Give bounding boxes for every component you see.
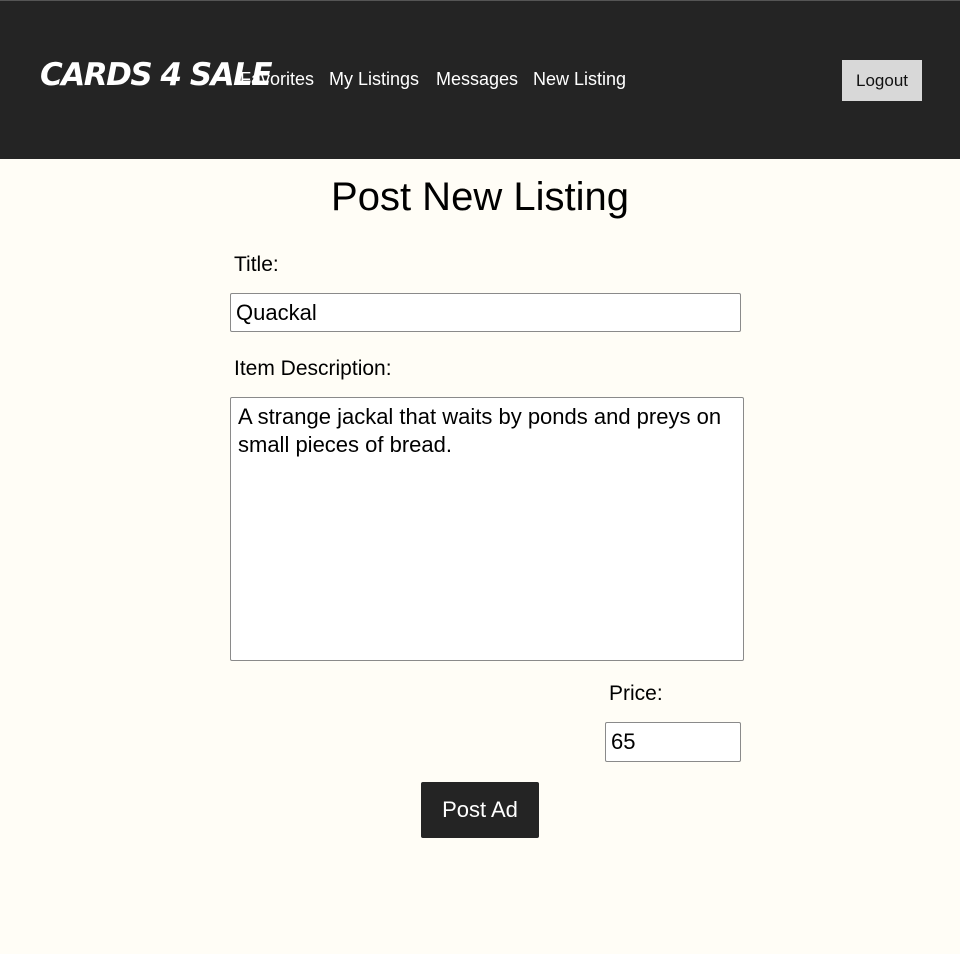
description-textarea[interactable]: A strange jackal that waits by ponds and… bbox=[230, 397, 744, 661]
title-label: Title: bbox=[234, 253, 279, 276]
brand-logo[interactable]: Cards 4 Sale bbox=[40, 57, 273, 93]
top-navbar: Cards 4 Sale Favorites My Listings Messa… bbox=[0, 0, 960, 159]
page-title: Post New Listing bbox=[331, 175, 629, 219]
price-input[interactable] bbox=[605, 722, 741, 762]
title-input[interactable] bbox=[230, 293, 741, 332]
logout-button[interactable]: Logout bbox=[842, 60, 922, 101]
price-label: Price: bbox=[609, 682, 663, 705]
nav-messages-link[interactable]: Messages bbox=[436, 69, 518, 90]
post-ad-button[interactable]: Post Ad bbox=[421, 782, 539, 838]
description-label: Item Description: bbox=[234, 357, 392, 380]
nav-favorites-link[interactable]: Favorites bbox=[240, 69, 314, 90]
nav-my-listings-link[interactable]: My Listings bbox=[329, 69, 419, 90]
nav-new-listing-link[interactable]: New Listing bbox=[533, 69, 626, 90]
